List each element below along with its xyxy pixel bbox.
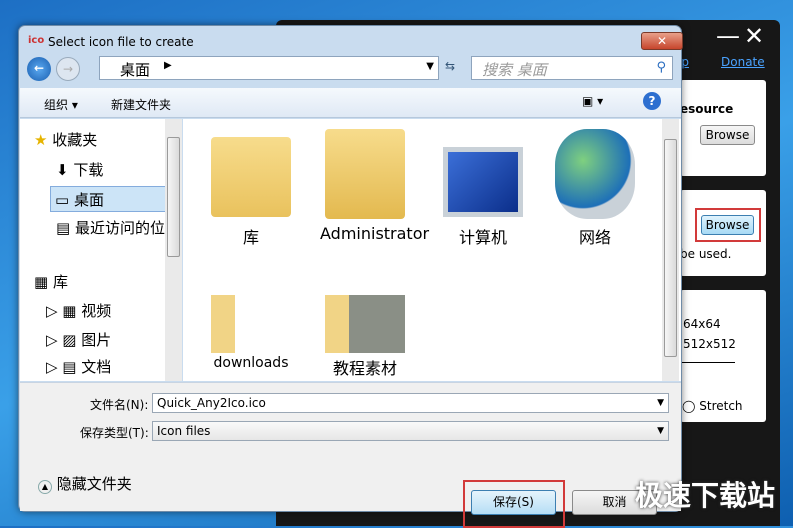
shortcut-folder-icon [325,295,405,353]
size-panel: 64x64 512x512 ◯ Stretch [680,290,766,422]
filename-label: 文件名(N): [90,398,149,412]
hide-folders-label: 隐藏文件夹 [56,475,132,493]
library-icon: ▦ [34,273,49,291]
address-bar[interactable]: 桌面 ▶ ▼ [99,56,439,80]
file-label: downloads [213,355,289,371]
view-icon[interactable]: ▣ ▾ [582,94,603,108]
watermark: 极速下载站 [634,479,775,512]
size-512[interactable]: 512x512 [683,337,736,351]
library-folder-icon [211,137,291,217]
refresh-icon[interactable]: ⇆ [445,59,455,73]
shortcut-folder-icon [211,295,291,353]
file-item-tutorial[interactable]: 教程素材 [315,295,415,379]
file-item-shortcut-1[interactable]: downloads [201,295,301,371]
file-label: 网络 [578,228,611,247]
hide-folders-toggle[interactable]: ▲ 隐藏文件夹 [38,473,132,494]
organize-button[interactable]: 组织 ▾ [44,96,78,113]
browse-resource-button[interactable]: Browse [700,125,755,145]
minimize-button[interactable]: — [716,22,740,50]
close-button[interactable]: ✕ [744,22,764,50]
hint-text: be used. [680,247,732,261]
filename-value: Quick_Any2Ico.ico [157,396,266,410]
back-button[interactable]: ← [27,57,51,81]
desktop-icon: ▭ [55,191,70,209]
help-icon[interactable]: ? [643,92,661,110]
search-input[interactable]: 搜索 桌面 ⚲ [471,56,673,80]
nav-favorites[interactable]: ★ 收藏夹 [34,129,97,150]
nav-label: 视频 [81,302,112,320]
highlight-box [695,208,761,242]
recent-icon: ▤ [56,219,71,237]
nav-label: 收藏夹 [52,131,98,149]
save-options: 文件名(N): Quick_Any2Ico.ico ▼ 保存类型(T): Icon… [20,382,681,528]
nav-pictures[interactable]: ▷ ▨ 图片 [46,329,111,350]
chevron-up-icon: ▲ [38,480,52,494]
toolbar: 组织 ▾ 新建文件夹 ▣ ▾ ? [20,88,681,118]
chevron-right-icon[interactable]: ▶ [164,60,172,71]
filename-input[interactable]: Quick_Any2Ico.ico ▼ [152,393,669,413]
chevron-down-icon[interactable]: ▼ [426,61,434,72]
app-icon: ico [28,35,45,46]
nav-label: 库 [52,273,68,291]
forward-button[interactable]: → [56,57,80,81]
resource-panel: esource Browse [680,80,766,176]
size-64[interactable]: 64x64 [683,317,721,331]
nav-videos[interactable]: ▷ ▦ 视频 [46,300,111,321]
dialog-title: Select icon file to create [48,35,194,49]
search-placeholder: 搜索 桌面 [482,61,547,79]
save-dialog: ico Select icon file to create ✕ ← → 桌面 … [18,25,683,528]
nav-label: 图片 [81,331,112,349]
dialog-close-button[interactable]: ✕ [641,32,683,50]
network-icon [555,129,635,219]
file-scrollbar[interactable] [662,119,679,381]
nav-downloads[interactable]: ⬇ 下载 [56,159,103,180]
file-label: Administrator [320,224,430,243]
file-label: 教程素材 [332,359,397,378]
stretch-radio[interactable]: ◯ Stretch [682,399,743,413]
nav-recent[interactable]: ▤ 最近访问的位置 [56,217,180,238]
navigation-pane: ★ 收藏夹 ⬇ 下载 ▭ 桌面 ▤ 最近访问的位置 ▦ 库 ▷ ▦ 视频 ▷ ▨… [20,119,182,381]
file-item-network[interactable]: 网络 [545,129,645,248]
divider [680,362,735,363]
filetype-select[interactable]: Icon files ▼ [152,421,669,441]
filetype-label: 保存类型(T): [80,426,149,440]
highlight-box [463,480,565,528]
nav-documents[interactable]: ▷ ▤ 文档 [46,356,111,377]
nav-scrollbar[interactable] [165,119,182,381]
file-item-computer[interactable]: 计算机 [433,129,533,248]
search-icon: ⚲ [656,60,666,75]
file-item-libraries[interactable]: 库 [201,129,301,248]
nav-desktop[interactable]: ▭ 桌面 [50,186,180,212]
nav-libraries[interactable]: ▦ 库 [34,271,68,292]
nav-label: 桌面 [73,191,104,209]
resource-label: esource [680,102,734,116]
star-icon: ★ [34,131,48,149]
file-label: 计算机 [458,228,507,247]
filetype-value: Icon files [157,424,211,438]
nav-label: 下载 [73,161,104,179]
user-folder-icon [325,129,405,219]
address-text: 桌面 [120,61,151,79]
file-item-administrator[interactable]: Administrator [315,129,430,243]
download-folder-icon: ⬇ [56,161,69,179]
file-list: 库 Administrator 计算机 网络 downloads 教程素材 [183,119,681,381]
stretch-label: Stretch [699,399,743,413]
computer-icon [443,147,523,217]
new-folder-button[interactable]: 新建文件夹 [111,96,171,113]
nav-label: 文档 [81,358,112,376]
donate-link[interactable]: Donate [721,55,765,69]
output-panel: Browse be used. [680,190,766,276]
file-label: 库 [242,228,259,247]
